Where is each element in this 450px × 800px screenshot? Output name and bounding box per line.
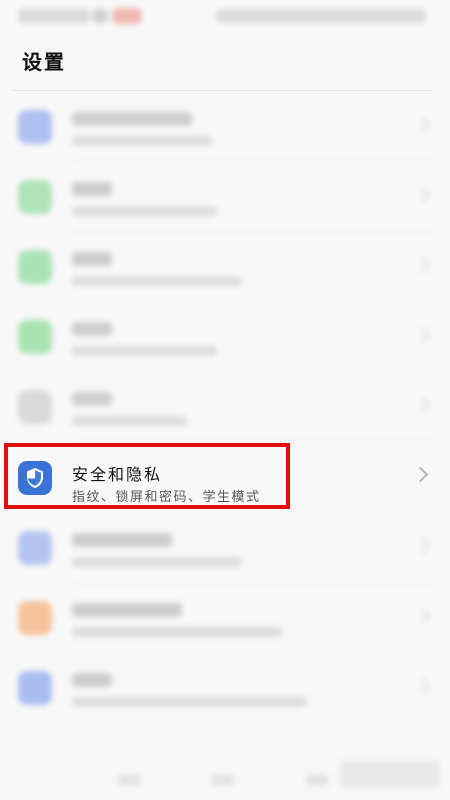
- chevron-right-icon: [415, 187, 431, 203]
- setting-icon-7: [18, 601, 52, 635]
- setting-icon-6: [18, 531, 52, 565]
- setting-row-5[interactable]: [0, 372, 450, 442]
- watermark-blurred: [340, 760, 440, 788]
- status-bar: [0, 0, 450, 34]
- page-title: 设置: [22, 50, 66, 74]
- setting-title-6: [72, 533, 172, 547]
- settings-screen: 设置 安全和隐私 指纹、锁屏和密码、学生模式: [0, 0, 450, 800]
- chevron-right-icon: [415, 678, 431, 694]
- status-right-blurred: [216, 9, 426, 23]
- setting-subtitle-4: [72, 346, 217, 356]
- setting-title-8: [72, 673, 112, 687]
- setting-icon-4: [18, 320, 52, 354]
- chevron-right-icon: [412, 466, 429, 483]
- row-divider: [72, 441, 434, 442]
- setting-row-3[interactable]: [0, 232, 450, 302]
- setting-icon-8: [18, 671, 52, 705]
- status-indicator: [92, 8, 108, 24]
- setting-title-7: [72, 603, 182, 617]
- setting-icon-5: [18, 390, 52, 424]
- setting-subtitle-7: [72, 627, 282, 637]
- setting-row-6[interactable]: [0, 513, 450, 583]
- setting-icon-2: [18, 180, 52, 214]
- setting-subtitle-2: [72, 206, 217, 216]
- setting-subtitle-8: [72, 697, 307, 707]
- chevron-right-icon: [415, 117, 431, 133]
- setting-title-2: [72, 182, 112, 196]
- bottom-nav: [0, 752, 450, 800]
- setting-row-2[interactable]: [0, 162, 450, 232]
- nav-back-icon[interactable]: [118, 774, 140, 786]
- highlight-box: [4, 443, 290, 509]
- setting-subtitle-1: [72, 136, 212, 146]
- setting-title-3: [72, 252, 112, 266]
- settings-list-lower-blurred: [0, 513, 450, 723]
- settings-list-blurred: [0, 92, 450, 442]
- setting-title-5: [72, 392, 112, 406]
- setting-icon-3: [18, 250, 52, 284]
- setting-subtitle-3: [72, 276, 242, 286]
- chevron-right-icon: [415, 397, 431, 413]
- nav-recent-icon[interactable]: [306, 774, 328, 786]
- setting-row-4[interactable]: [0, 302, 450, 372]
- chevron-right-icon: [415, 327, 431, 343]
- setting-row-7[interactable]: [0, 583, 450, 653]
- setting-row-1[interactable]: [0, 92, 450, 162]
- setting-subtitle-6: [72, 557, 242, 567]
- header-divider: [12, 90, 432, 91]
- nav-home-icon[interactable]: [212, 774, 234, 786]
- status-red-indicator: [112, 8, 142, 24]
- setting-subtitle-5: [72, 416, 187, 426]
- chevron-right-icon: [415, 608, 431, 624]
- setting-icon-1: [18, 110, 52, 144]
- setting-title-1: [72, 112, 192, 126]
- chevron-right-icon: [415, 257, 431, 273]
- chevron-right-icon: [415, 538, 431, 554]
- setting-row-8[interactable]: [0, 653, 450, 723]
- status-left-blurred: [18, 9, 90, 23]
- setting-title-4: [72, 322, 112, 336]
